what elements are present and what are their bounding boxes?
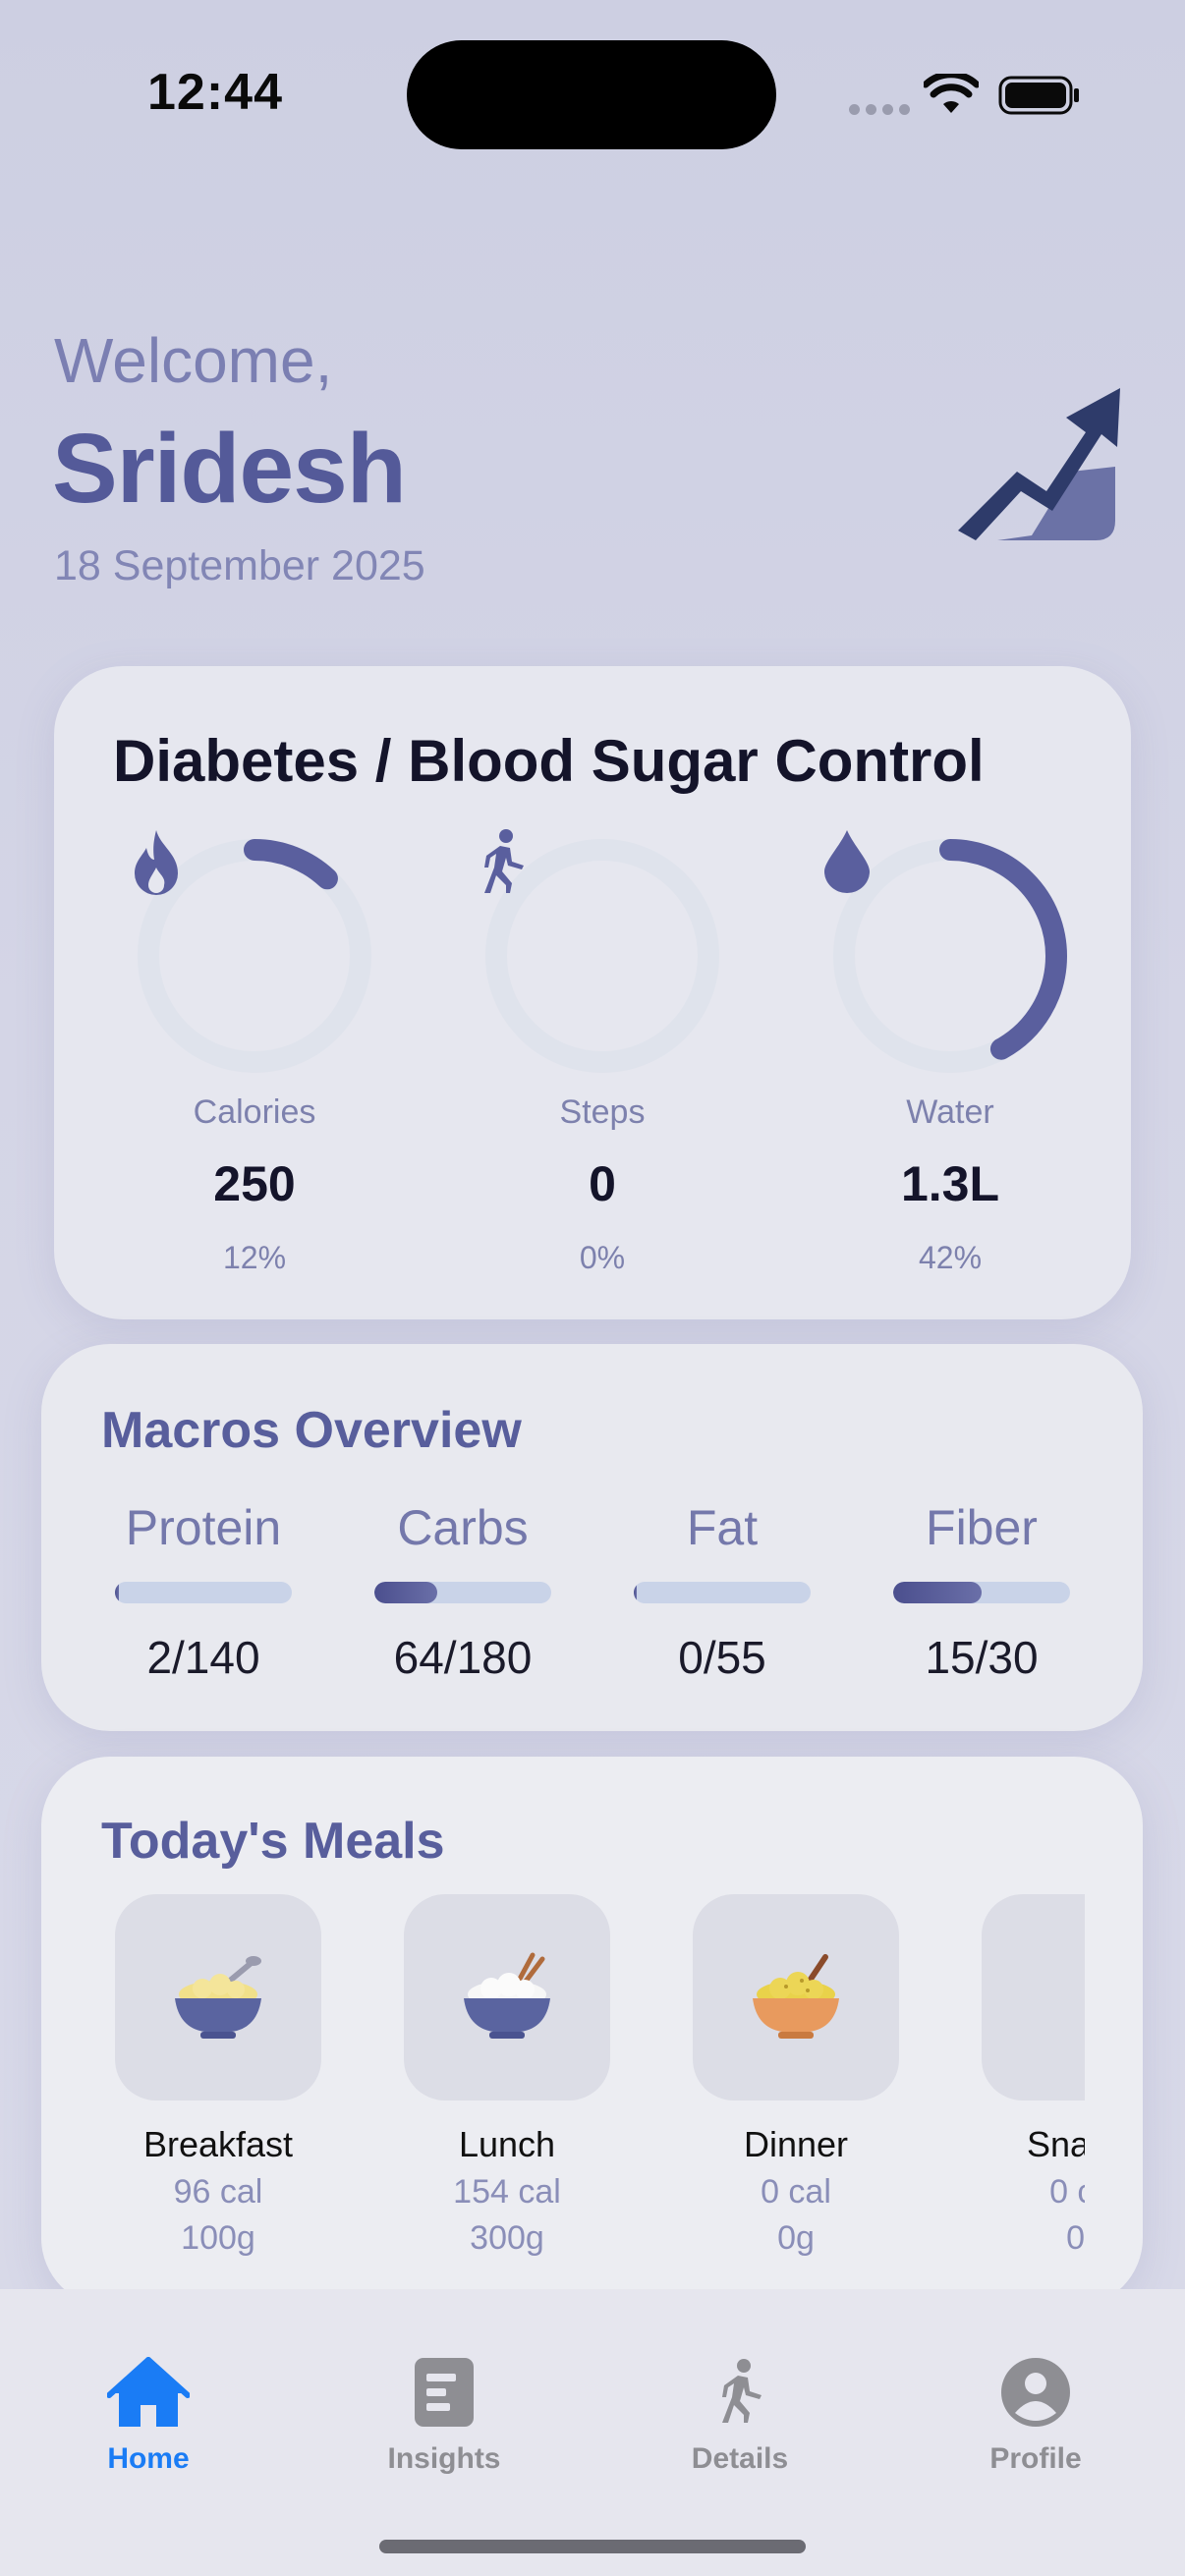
- meal-weight: 300g: [470, 2219, 544, 2257]
- calories-percent: 12%: [222, 1240, 287, 1275]
- goal-summary-card[interactable]: Diabetes / Blood Sugar Control Calories …: [54, 666, 1131, 1319]
- steps-label: Steps: [559, 1093, 646, 1131]
- water-value: 1.3L: [900, 1156, 1000, 1211]
- steps-metric[interactable]: Steps 0 0%: [475, 828, 730, 1276]
- welcome-greeting: Welcome,: [54, 325, 333, 396]
- macro-progress-fill: [634, 1582, 637, 1603]
- macro-progress-bar: [893, 1582, 1070, 1603]
- steps-percent: 0%: [579, 1240, 626, 1275]
- person-icon: [937, 2348, 1134, 2436]
- macro-carbs: Carbs 64/180: [374, 1499, 551, 1684]
- macro-name: Protein: [125, 1500, 282, 1555]
- meals-title: Today's Meals: [101, 1813, 445, 1870]
- meal-weight: 0g: [1066, 2219, 1085, 2257]
- status-time: 12:44: [147, 64, 283, 121]
- meals-scroll-strip[interactable]: Breakfast 96 cal 100g Lunch 154 cal 300g: [41, 1894, 1085, 2307]
- trending-up-icon: [938, 364, 1125, 555]
- macros-title: Macros Overview: [101, 1402, 522, 1459]
- macro-fat: Fat 0/55: [634, 1499, 811, 1684]
- snack-icon: [982, 1894, 1085, 2100]
- water-drop-icon: [822, 828, 1078, 1084]
- macro-progress-fill: [115, 1582, 119, 1603]
- meal-dinner[interactable]: Dinner 0 cal 0g: [693, 1894, 899, 2258]
- macro-value: 15/30: [925, 1632, 1039, 1683]
- tab-insights[interactable]: Insights: [346, 2348, 542, 2476]
- meal-calories: 0 cal: [761, 2173, 831, 2211]
- meal-snacks[interactable]: Snacks 0 cal 0g: [982, 1894, 1085, 2258]
- home-icon: [50, 2348, 247, 2436]
- tab-home[interactable]: Home: [50, 2348, 247, 2476]
- macro-name: Carbs: [397, 1500, 529, 1555]
- macro-name: Fat: [686, 1500, 759, 1555]
- tab-label: Profile: [989, 2442, 1082, 2475]
- current-date: 18 September 2025: [54, 542, 425, 589]
- meal-weight: 0g: [777, 2219, 815, 2257]
- macro-progress-bar: [374, 1582, 551, 1603]
- walking-icon: [642, 2348, 838, 2436]
- water-metric[interactable]: Water 1.3L 42%: [822, 828, 1078, 1276]
- macro-value: 2/140: [146, 1632, 260, 1683]
- meal-breakfast[interactable]: Breakfast 96 cal 100g: [115, 1894, 321, 2258]
- wifi-icon: [922, 71, 981, 120]
- water-label: Water: [906, 1093, 994, 1131]
- todays-meals-card: Today's Meals Breakfast 96 cal 100g Lunc…: [41, 1757, 1143, 2307]
- home-indicator: [379, 2540, 806, 2553]
- walking-icon: [475, 828, 730, 1084]
- macro-progress-fill: [374, 1582, 438, 1603]
- macro-name: Fiber: [926, 1500, 1038, 1555]
- meal-name: Dinner: [743, 2124, 849, 2164]
- macro-fiber: Fiber 15/30: [893, 1499, 1070, 1684]
- macro-value: 64/180: [393, 1632, 533, 1683]
- tab-label: Details: [691, 2442, 789, 2475]
- water-progress-ring: [822, 828, 1078, 1084]
- dinner-bowl-icon: [693, 1894, 899, 2100]
- document-icon: [346, 2348, 542, 2436]
- dynamic-island: [407, 40, 776, 149]
- macro-progress-bar: [115, 1582, 292, 1603]
- tab-label: Home: [107, 2442, 190, 2475]
- macro-value: 0/55: [678, 1632, 766, 1683]
- rice-bowl-icon: [404, 1894, 610, 2100]
- meal-lunch[interactable]: Lunch 154 cal 300g: [404, 1894, 610, 2258]
- meal-calories: 0 cal: [1049, 2173, 1085, 2211]
- steps-progress-ring: [475, 828, 730, 1084]
- goal-title: Diabetes / Blood Sugar Control: [113, 728, 985, 794]
- macro-protein: Protein 2/140: [115, 1499, 292, 1684]
- cellular-signal-icon: [849, 102, 916, 120]
- tab-details[interactable]: Details: [642, 2348, 838, 2476]
- macros-overview-card[interactable]: Macros Overview Protein 2/140 Carbs 64/1…: [41, 1344, 1143, 1731]
- macro-progress-fill: [893, 1582, 982, 1603]
- user-name: Sridesh: [52, 414, 407, 524]
- calories-metric[interactable]: Calories 250 12%: [127, 828, 382, 1276]
- calories-progress-ring: [127, 828, 382, 1084]
- water-percent: 42%: [918, 1240, 983, 1275]
- calories-value: 250: [213, 1156, 296, 1211]
- meal-weight: 100g: [181, 2219, 255, 2257]
- tab-bar: Home Insights Details Profile: [0, 2289, 1185, 2576]
- tab-label: Insights: [387, 2442, 501, 2475]
- macro-progress-bar: [634, 1582, 811, 1603]
- meal-name: Lunch: [458, 2124, 556, 2164]
- battery-icon: [998, 75, 1081, 121]
- calories-label: Calories: [193, 1093, 316, 1131]
- meal-name: Breakfast: [142, 2124, 294, 2164]
- flame-icon: [127, 828, 382, 1084]
- meal-calories: 154 cal: [453, 2173, 561, 2211]
- breakfast-bowl-icon: [115, 1894, 321, 2100]
- meal-calories: 96 cal: [173, 2173, 263, 2211]
- steps-value: 0: [589, 1156, 616, 1211]
- meal-name: Snacks: [1026, 2124, 1085, 2164]
- tab-profile[interactable]: Profile: [937, 2348, 1134, 2476]
